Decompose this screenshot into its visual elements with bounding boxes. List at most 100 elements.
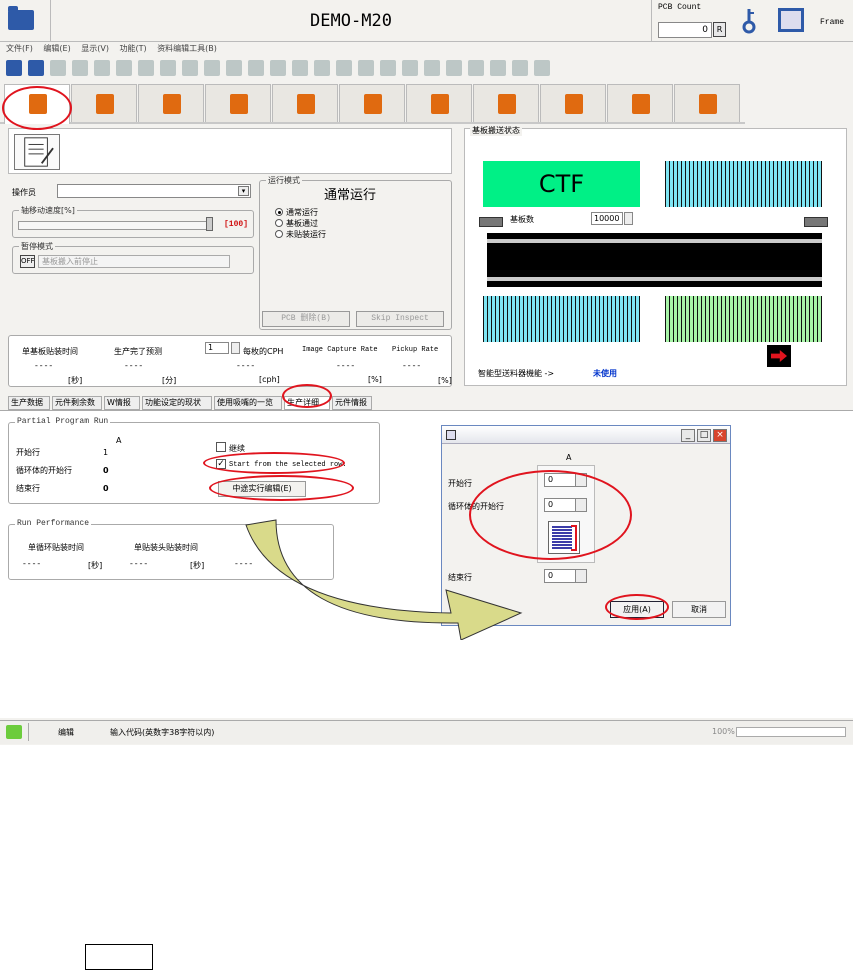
feeder-icon[interactable]: [336, 60, 352, 76]
operator-label: 操作员: [12, 188, 36, 197]
tab-tools[interactable]: [674, 84, 740, 122]
loop-start-value: 0: [103, 466, 109, 475]
mark-icon[interactable]: [380, 60, 396, 76]
edit-icon[interactable]: [490, 60, 506, 76]
tab-pickup[interactable]: [138, 84, 204, 122]
stat-value-finish-forecast: ----: [124, 362, 144, 371]
tab-production-data[interactable]: 生产数据: [8, 396, 50, 410]
menu-edit[interactable]: 编辑(E): [43, 44, 70, 53]
more-icon[interactable]: [534, 60, 550, 76]
stat-header-cph: 每枚的CPH: [243, 347, 284, 356]
maximize-button[interactable]: □: [697, 429, 711, 442]
speed-slider[interactable]: [18, 221, 208, 230]
zoom-slider[interactable]: [736, 727, 846, 737]
zoom-level: 100%: [712, 727, 735, 736]
pcb-count-label: PCB Count: [658, 3, 702, 12]
skip-inspect-button[interactable]: Skip Inspect: [356, 311, 444, 327]
menu-data-tools[interactable]: 资料编辑工具(B): [157, 44, 217, 53]
cut-icon[interactable]: [94, 60, 110, 76]
machine-title: DEMO-M20: [50, 0, 652, 42]
notepad-icon[interactable]: [14, 134, 60, 170]
tab-nozzle[interactable]: [473, 84, 539, 122]
copy-icon[interactable]: [72, 60, 88, 76]
open-folder-icon[interactable]: [8, 6, 34, 30]
tab-component-info[interactable]: 元件情报: [332, 396, 372, 410]
board-icon: [297, 94, 315, 114]
tab-component[interactable]: [339, 84, 405, 122]
pause-mode-select[interactable]: 基板搬入前停止: [38, 255, 230, 268]
paste-icon[interactable]: [116, 60, 132, 76]
title-bar: DEMO-M20 PCB Count 0 R Frame: [0, 0, 853, 42]
highlight-start-selected: [203, 452, 345, 474]
search-icon[interactable]: [50, 60, 66, 76]
status-arrow-icon: [6, 725, 22, 739]
status-bar: 编辑 输入代码(英数字38字符以内) 100%: [0, 720, 853, 744]
dialog-column-label: A: [566, 453, 572, 462]
conveyor-rail-top: [487, 239, 822, 243]
count-stepper[interactable]: 1: [205, 342, 229, 354]
save-icon[interactable]: [28, 60, 44, 76]
tab-feeder[interactable]: [406, 84, 472, 122]
pcb-count-reset-button[interactable]: R: [713, 22, 726, 37]
stat-header-image-capture: Image Capture Rate: [302, 346, 378, 354]
continue-checkbox[interactable]: [216, 442, 226, 452]
tab-mount[interactable]: [205, 84, 271, 122]
tab-report[interactable]: [540, 84, 606, 122]
tab-nozzle-list[interactable]: 使用吸嘴的一览: [214, 396, 282, 410]
board-count-stepper[interactable]: [624, 212, 633, 225]
board-icon[interactable]: [424, 60, 440, 76]
minimize-button[interactable]: _: [681, 429, 695, 442]
tab-program[interactable]: [71, 84, 137, 122]
menu-file[interactable]: 文件(F): [6, 44, 33, 53]
tab-stack[interactable]: [607, 84, 673, 122]
cancel-button[interactable]: 取消: [672, 601, 726, 618]
key-icon[interactable]: [742, 8, 756, 34]
paste-special-icon[interactable]: [138, 60, 154, 76]
layout-icon[interactable]: [512, 60, 528, 76]
grid-icon[interactable]: [402, 60, 418, 76]
count-stepper-arrows[interactable]: [231, 342, 240, 354]
unit-capture-percent: [%]: [368, 375, 382, 384]
dialog-window-icon: [446, 430, 456, 440]
frame-icon[interactable]: [778, 8, 804, 32]
new-file-icon[interactable]: [6, 60, 22, 76]
radio-normal-run[interactable]: [275, 208, 283, 216]
pause-toggle[interactable]: OFF: [20, 255, 35, 268]
board-count-input[interactable]: 10000: [591, 212, 623, 225]
sensor-right-icon: [804, 217, 828, 227]
stat-value-cph: ----: [236, 362, 256, 371]
close-button[interactable]: ×: [713, 429, 727, 442]
align-bottom-icon[interactable]: [270, 60, 286, 76]
start-row-value: 1: [103, 448, 109, 457]
status-mode: 编辑: [58, 728, 74, 737]
menu-function[interactable]: 功能(T): [120, 44, 147, 53]
undo-icon[interactable]: [204, 60, 220, 76]
operator-select[interactable]: ▾: [57, 184, 251, 198]
dialog-end-row-input[interactable]: 0: [544, 569, 587, 583]
pcb-delete-button[interactable]: PCB 删除(B): [262, 311, 350, 327]
chevron-down-icon: ▾: [238, 186, 249, 196]
redo-icon[interactable]: [226, 60, 242, 76]
tab-function-status[interactable]: 功能设定的现状: [142, 396, 212, 410]
check-icon[interactable]: [468, 60, 484, 76]
stat-header-pickup-rate: Pickup Rate: [392, 346, 439, 354]
radio-dry-run[interactable]: [275, 230, 283, 238]
tab-board[interactable]: [272, 84, 338, 122]
tab-component-remaining[interactable]: 元件剩余数: [52, 396, 102, 410]
align-top-icon[interactable]: [248, 60, 264, 76]
move-up-icon[interactable]: [292, 60, 308, 76]
speed-slider-thumb[interactable]: [206, 217, 213, 231]
delete-row-icon[interactable]: [182, 60, 198, 76]
program-icon: [96, 94, 114, 114]
radio-pass-through[interactable]: [275, 219, 283, 227]
insert-row-icon[interactable]: [160, 60, 176, 76]
nozzle-icon[interactable]: [358, 60, 374, 76]
tab-w-info[interactable]: W情报: [104, 396, 140, 410]
transfer-icon[interactable]: [314, 60, 330, 76]
end-row-label: 结束行: [16, 484, 40, 493]
place-icon[interactable]: [446, 60, 462, 76]
stat-value-cycle-time: ----: [34, 362, 54, 371]
menu-view[interactable]: 显示(V): [81, 44, 109, 53]
highlight-edit-button: [209, 475, 354, 501]
menu-bar: 文件(F) 编辑(E) 显示(V) 功能(T) 资料编辑工具(B): [0, 43, 853, 55]
